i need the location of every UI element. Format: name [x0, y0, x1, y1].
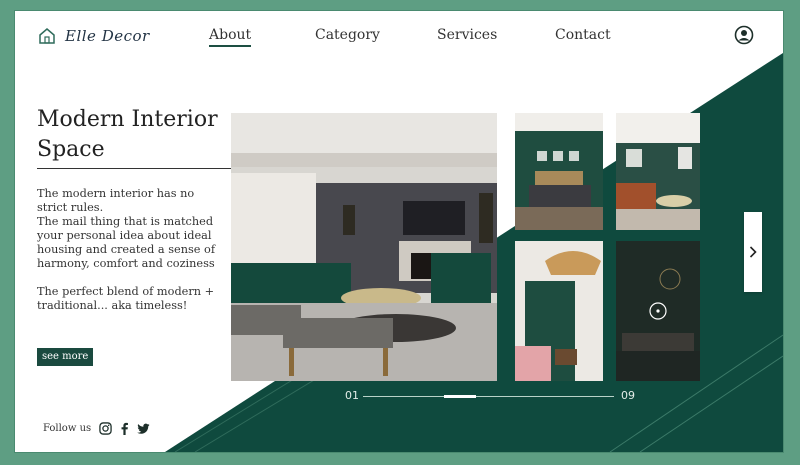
description-paragraph-1: The modern interior has no strict rules. — [37, 187, 195, 214]
description-paragraph-2: The mail thing that is matched your pers… — [37, 215, 216, 270]
facebook-icon[interactable] — [118, 422, 131, 435]
see-more-button[interactable]: see more — [37, 348, 94, 366]
brand-name: Elle Decor — [65, 27, 150, 45]
house-icon — [39, 28, 55, 44]
chevron-right-icon — [749, 246, 757, 258]
page-frame: Elle Decor About Category Services Conta… — [15, 11, 783, 452]
follow-label: Follow us — [43, 423, 92, 434]
pendant-lamp-photo[interactable] — [515, 241, 603, 381]
bedroom-photo[interactable] — [515, 113, 603, 230]
leather-sofa-room-photo[interactable] — [616, 113, 700, 230]
gallery-progress-track[interactable] — [363, 396, 614, 397]
page-title: Modern Interior Space — [37, 107, 218, 162]
total-pages-number: 09 — [621, 389, 635, 402]
hero-description: The modern interior has no strict rules.… — [37, 187, 227, 313]
description-paragraph-3: The perfect blend of modern + traditiona… — [37, 285, 215, 312]
instagram-icon[interactable] — [99, 422, 112, 435]
next-slide-button[interactable] — [744, 212, 762, 292]
nav-services[interactable]: Services — [437, 27, 497, 43]
brand-logo[interactable]: Elle Decor — [37, 26, 150, 46]
nav-about[interactable]: About — [209, 27, 252, 47]
living-room-photo[interactable] — [231, 113, 497, 381]
nav-contact[interactable]: Contact — [555, 27, 611, 43]
title-divider — [37, 168, 231, 169]
current-page-number: 01 — [345, 389, 359, 402]
user-account-icon[interactable] — [734, 25, 754, 45]
nav-category[interactable]: Category — [315, 27, 380, 43]
dark-room-photo[interactable] — [616, 241, 700, 381]
gallery-progress-thumb[interactable] — [444, 395, 476, 398]
twitter-icon[interactable] — [137, 422, 150, 435]
social-links: Follow us — [43, 422, 156, 435]
